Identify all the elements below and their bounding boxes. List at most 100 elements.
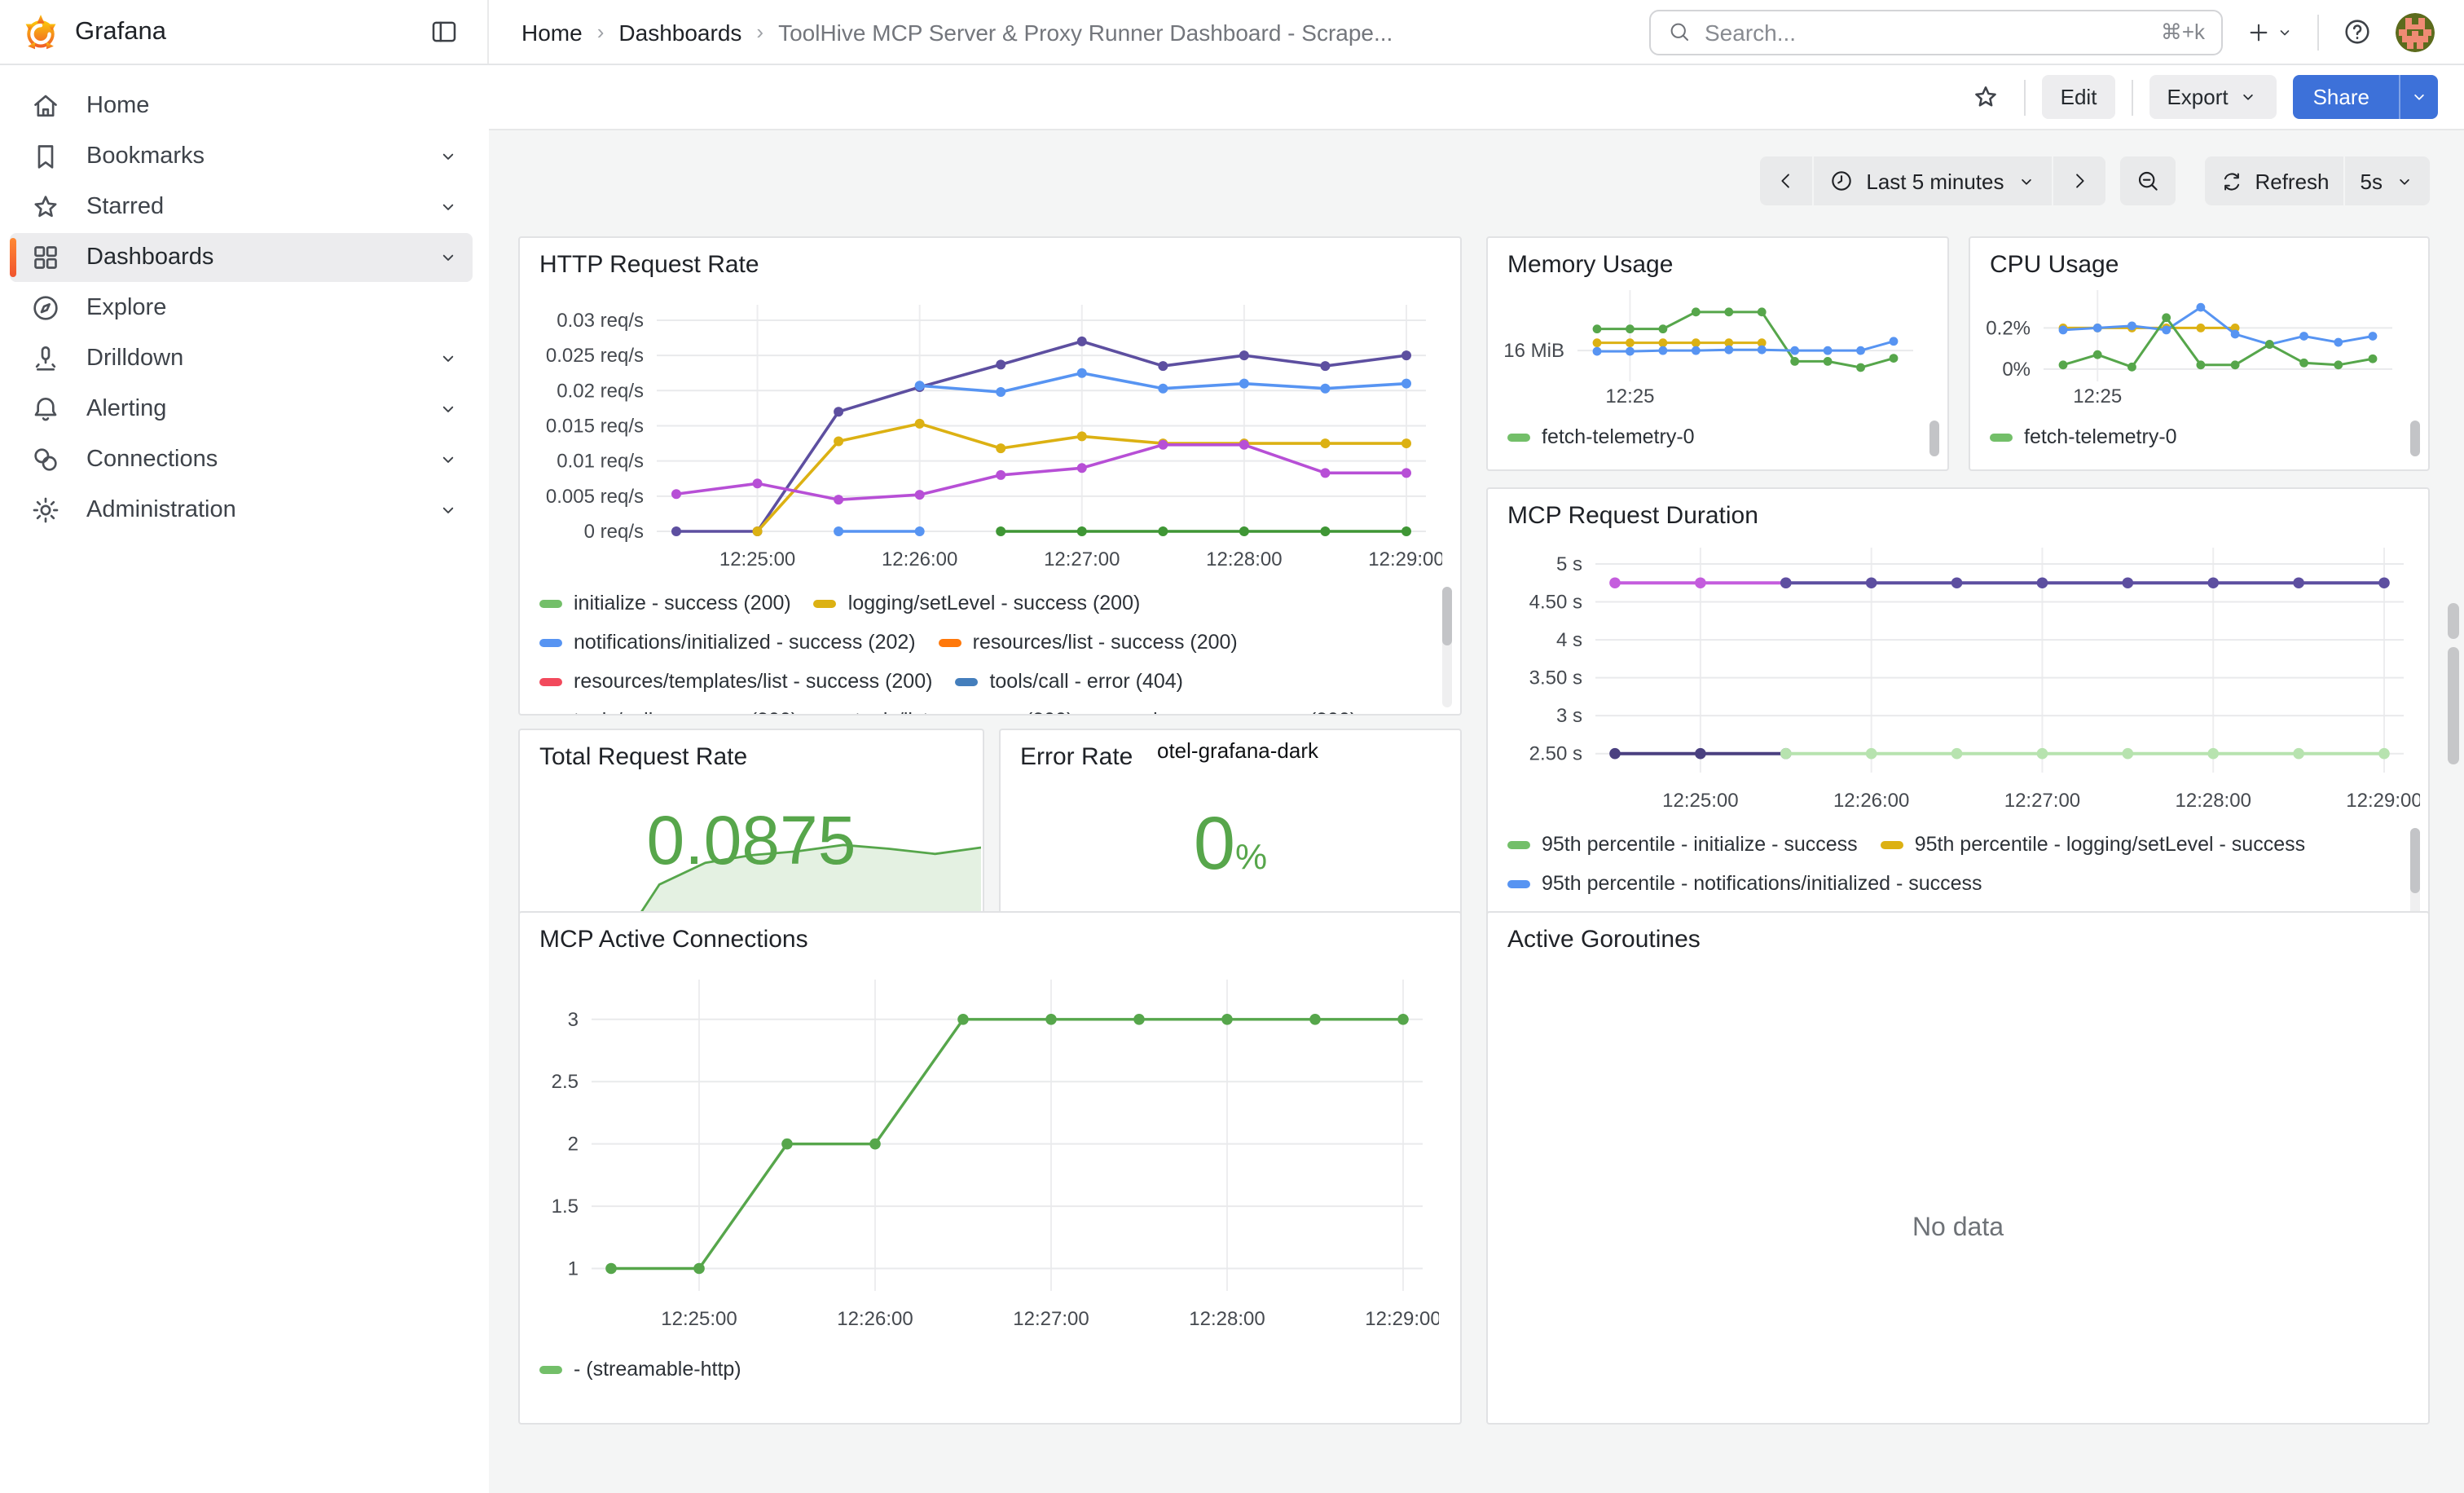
add-new-button[interactable] <box>2239 9 2301 55</box>
sidebar-item-drilldown[interactable]: Drilldown <box>10 334 473 383</box>
legend: - (streamable-http) <box>539 1350 1419 1395</box>
legend-item[interactable]: logging/setLevel - success (200) <box>814 584 1141 623</box>
refresh-icon <box>2219 169 2243 193</box>
favorite-star-button[interactable] <box>1965 74 2009 120</box>
search-shortcut: ⌘+k <box>2161 19 2205 45</box>
scrollbar-thumb[interactable] <box>2448 603 2459 639</box>
breadcrumb-item[interactable]: Home <box>521 19 583 45</box>
svg-text:12:26:00: 12:26:00 <box>1833 790 1909 812</box>
avatar[interactable] <box>2396 12 2435 51</box>
zoom-out-time-button[interactable] <box>2119 156 2175 205</box>
time-shift-back-button[interactable] <box>1760 156 1812 205</box>
legend-label: - (streamable-http) <box>574 1358 741 1381</box>
share-menu-caret[interactable] <box>2399 75 2438 119</box>
sidebar-item-administration[interactable]: Administration <box>10 486 473 535</box>
http-request-rate-chart[interactable]: 0 req/s0.005 req/s0.01 req/s0.015 req/s0… <box>530 284 1442 577</box>
chevron-down-icon[interactable] <box>437 347 460 370</box>
legend-item[interactable]: resources/list - success (200) <box>939 623 1238 662</box>
sidebar-item-bookmarks[interactable]: Bookmarks <box>10 132 473 181</box>
refresh-interval-picker[interactable]: 5s <box>2346 156 2430 205</box>
legend-swatch <box>814 599 837 607</box>
legend-item[interactable]: fetch-telemetry-0 <box>1990 417 2177 456</box>
star-icon <box>1971 81 2002 112</box>
chevron-down-icon[interactable] <box>437 196 460 218</box>
chevron-down-icon[interactable] <box>437 448 460 471</box>
edit-button[interactable]: Edit <box>2043 75 2115 119</box>
legend-scrollbar-thumb[interactable] <box>2410 828 2420 893</box>
legend-item[interactable]: tools/list - success (200) <box>821 701 1073 714</box>
legend-scrollbar-thumb[interactable] <box>1442 587 1452 645</box>
export-button[interactable]: Export <box>2149 75 2277 119</box>
svg-text:0.01 req/s: 0.01 req/s <box>557 451 644 473</box>
legend-item[interactable]: initialize - success (200) <box>539 584 791 623</box>
legend-item[interactable]: unknown - success (200) <box>1096 701 1357 714</box>
dock-sidebar-icon[interactable] <box>422 11 464 53</box>
legend-label: resources/templates/list - success (200) <box>574 670 932 693</box>
chevron-down-icon[interactable] <box>437 398 460 421</box>
cpu-usage-chart[interactable]: 0.2%0%12:25 <box>1978 287 2409 414</box>
legend-label: 95th percentile - initialize - success <box>1542 833 1858 856</box>
chevron-down-icon[interactable] <box>437 246 460 269</box>
svg-text:12:28:00: 12:28:00 <box>2176 790 2251 812</box>
chevron-down-icon <box>2394 170 2415 192</box>
svg-text:12:27:00: 12:27:00 <box>1013 1308 1089 1330</box>
share-button[interactable]: Share <box>2294 75 2438 119</box>
chevron-down-icon[interactable] <box>437 499 460 522</box>
svg-text:3.50 s: 3.50 s <box>1529 667 1582 689</box>
divider <box>2317 14 2319 50</box>
legend-item[interactable]: 95th percentile - logging/setLevel - suc… <box>1881 825 2305 864</box>
legend-item[interactable]: fetch-telemetry-0 <box>1507 417 1695 456</box>
mcp-active-connections-chart[interactable]: 32.521.5112:25:0012:26:0012:27:0012:28:0… <box>533 975 1439 1337</box>
sidebar-item-dashboards[interactable]: Dashboards <box>10 233 473 282</box>
legend-item[interactable]: 95th percentile - notifications/initiali… <box>1507 864 1982 903</box>
svg-text:4 s: 4 s <box>1556 629 1582 651</box>
svg-text:2.5: 2.5 <box>552 1071 579 1093</box>
legend-swatch <box>955 677 978 685</box>
help-icon <box>2342 16 2373 47</box>
no-data-message: No data <box>1488 1214 2428 1244</box>
error-value: 0 <box>1194 800 1235 885</box>
svg-text:12:29:00: 12:29:00 <box>1365 1308 1439 1330</box>
svg-text:16 MiB: 16 MiB <box>1503 340 1564 362</box>
legend-item[interactable]: - (streamable-http) <box>539 1350 741 1389</box>
panel-title: MCP Active Connections <box>520 913 1460 955</box>
chevron-down-icon[interactable] <box>437 145 460 168</box>
svg-text:0.02 req/s: 0.02 req/s <box>557 380 644 402</box>
legend-item[interactable]: resources/templates/list - success (200) <box>539 662 932 701</box>
legend-label: 95th percentile - logging/setLevel - suc… <box>1915 833 2305 856</box>
search-box[interactable]: ⌘+k <box>1649 9 2223 55</box>
panel-title: MCP Request Duration <box>1488 489 2428 531</box>
legend-swatch <box>1507 879 1530 887</box>
sidebar-item-alerting[interactable]: Alerting <box>10 385 473 434</box>
svg-text:0.03 req/s: 0.03 req/s <box>557 310 644 332</box>
mcp-request-duration-chart[interactable]: 5 s4.50 s4 s3.50 s3 s2.50 s12:25:0012:26… <box>1498 538 2420 818</box>
active-accent-bar <box>10 238 16 277</box>
time-shift-forward-button[interactable] <box>2053 156 2105 205</box>
refresh-button[interactable]: Refresh <box>2204 156 2343 205</box>
help-button[interactable] <box>2335 9 2379 55</box>
sidebar-item-home[interactable]: Home <box>10 81 473 130</box>
legend-item[interactable]: 95th percentile - initialize - success <box>1507 825 1858 864</box>
svg-text:12:27:00: 12:27:00 <box>1044 548 1120 570</box>
svg-text:12:25: 12:25 <box>1605 385 1654 407</box>
sidebar-item-starred[interactable]: Starred <box>10 183 473 231</box>
legend-item[interactable]: notifications/initialized - success (202… <box>539 623 916 662</box>
memory-usage-chart[interactable]: 16 MiB 12:25 <box>1496 287 1929 414</box>
bell-icon <box>29 393 62 425</box>
sidebar-item-connections[interactable]: Connections <box>10 435 473 484</box>
breadcrumb-item[interactable]: Dashboards <box>618 19 741 45</box>
legend-scrollbar-thumb[interactable] <box>1929 421 1939 456</box>
brand-name: Grafana <box>75 17 166 46</box>
search-icon <box>1667 20 1692 44</box>
chevron-left-icon <box>1775 170 1797 192</box>
sidebar-item-label: Explore <box>86 295 460 321</box>
search-input[interactable] <box>1705 19 2148 45</box>
legend-item[interactable]: tools/call - success (200) <box>539 701 798 714</box>
time-range-picker[interactable]: Last 5 minutes <box>1814 156 2051 205</box>
scrollbar-thumb[interactable] <box>2448 647 2459 764</box>
legend-item[interactable]: tools/call - error (404) <box>955 662 1183 701</box>
sidebar-item-explore[interactable]: Explore <box>10 284 473 333</box>
legend-scrollbar-thumb[interactable] <box>2410 421 2420 456</box>
time-controls: Last 5 minutes Refresh 5s <box>1760 156 2430 205</box>
grafana-logo-link[interactable]: Grafana <box>23 12 166 51</box>
